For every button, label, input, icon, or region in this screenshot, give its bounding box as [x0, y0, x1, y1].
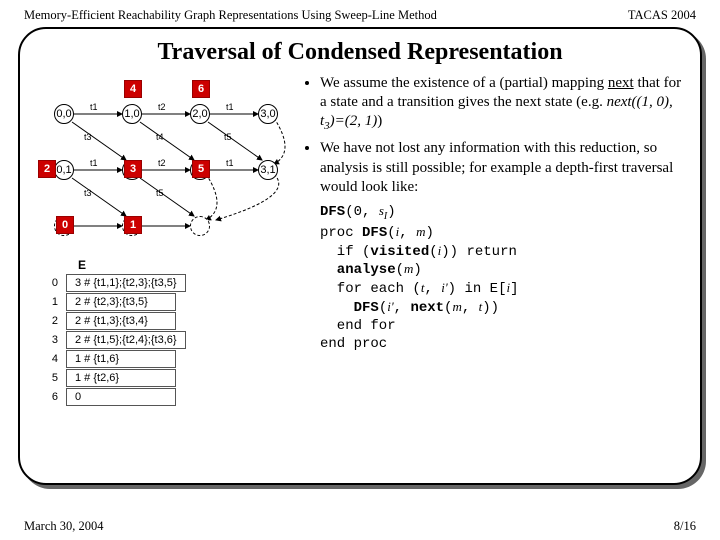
table-row: 51 # {t2,6} [38, 369, 296, 387]
edge-label: t2 [158, 158, 166, 168]
table-row: 03 # {t1,1};{t2,3};{t3,5} [38, 274, 296, 292]
footer-page: 8/16 [674, 519, 696, 534]
table-row: 60 [38, 388, 296, 406]
edge-label: t1 [90, 158, 98, 168]
table-row: 41 # {t1,6} [38, 350, 296, 368]
edge-label: t4 [156, 132, 164, 142]
e-table-header: E [78, 258, 296, 272]
slide-footer: March 30, 2004 8/16 [0, 519, 720, 534]
graph-node: 2,0 [190, 104, 210, 124]
graph-node [190, 216, 210, 236]
graph-badge: 5 [192, 160, 210, 178]
graph-node: 1,0 [122, 104, 142, 124]
table-row: 22 # {t1,3};{t3,4} [38, 312, 296, 330]
slide-body: Traversal of Condensed Representation [18, 27, 702, 485]
graph-badge: 6 [192, 80, 210, 98]
footer-date: March 30, 2004 [24, 519, 104, 534]
edge-label: t3 [84, 132, 92, 142]
left-column: 0,0 1,0 2,0 3,0 0,1 1,1 2,1 3,1 4 6 2 3 … [38, 74, 296, 407]
edge-label: t3 [84, 188, 92, 198]
edge-label: t5 [224, 132, 232, 142]
bullet-item: We have not lost any information with th… [320, 139, 682, 197]
edge-label: t1 [226, 158, 234, 168]
table-row: 12 # {t2,3};{t3,5} [38, 293, 296, 311]
graph-badge: 1 [124, 216, 142, 234]
graph-node: 3,0 [258, 104, 278, 124]
bullet-item: We assume the existence of a (partial) m… [320, 74, 682, 133]
right-column: We assume the existence of a (partial) m… [302, 74, 682, 407]
table-row: 32 # {t1,5};{t2,4};{t3,6} [38, 331, 296, 349]
graph-node: 0,0 [54, 104, 74, 124]
graph-node: 3,1 [258, 160, 278, 180]
graph-node: 0,1 [54, 160, 74, 180]
e-table: E 03 # {t1,1};{t2,3};{t3,5} 12 # {t2,3};… [38, 258, 296, 406]
edge-label: t1 [90, 102, 98, 112]
graph-diagram: 0,0 1,0 2,0 3,0 0,1 1,1 2,1 3,1 4 6 2 3 … [38, 78, 290, 248]
pseudocode-block: DFS(0, sI) proc DFS(i, m) if (visited(i)… [320, 203, 682, 354]
edge-label: t5 [156, 188, 164, 198]
graph-badge: 3 [124, 160, 142, 178]
bullet-list: We assume the existence of a (partial) m… [302, 74, 682, 197]
slide-title: Traversal of Condensed Representation [38, 39, 682, 66]
edge-label: t2 [158, 102, 166, 112]
graph-badge: 0 [56, 216, 74, 234]
edge-label: t1 [226, 102, 234, 112]
header-title: Memory-Efficient Reachability Graph Repr… [24, 8, 437, 23]
graph-badge: 2 [38, 160, 56, 178]
slide-header: Memory-Efficient Reachability Graph Repr… [0, 0, 720, 25]
graph-badge: 4 [124, 80, 142, 98]
header-venue: TACAS 2004 [628, 8, 696, 23]
